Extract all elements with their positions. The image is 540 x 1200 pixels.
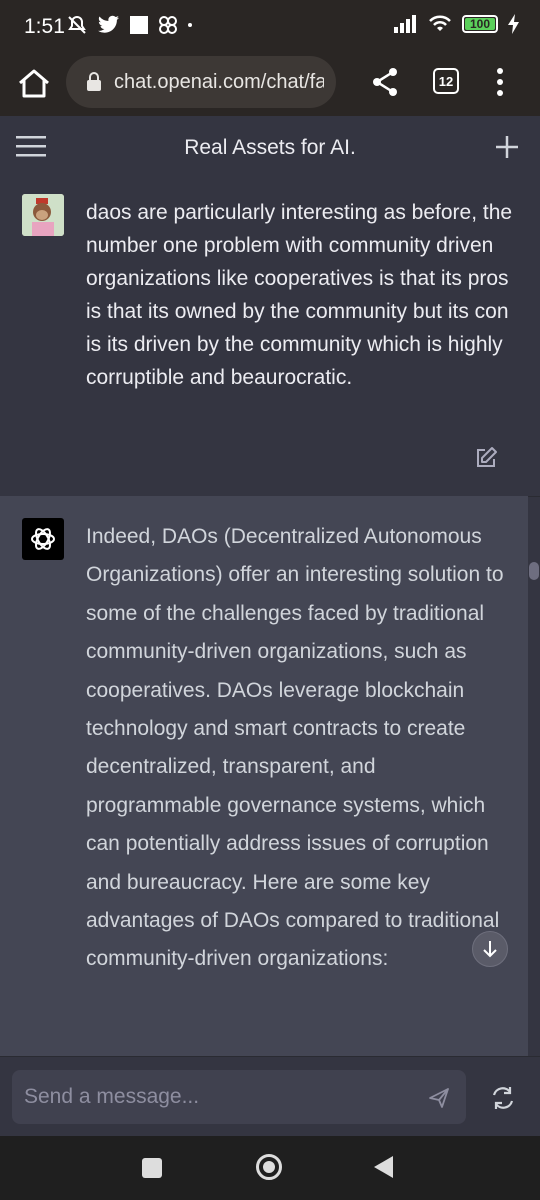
scroll-down-button[interactable]: [472, 931, 508, 967]
status-bar: 1:51 100: [0, 0, 540, 52]
silent-icon: [68, 15, 86, 34]
tab-count-button[interactable]: 12: [433, 68, 459, 94]
dot-icon: [188, 23, 192, 27]
send-icon[interactable]: [428, 1087, 450, 1109]
assistant-avatar: [22, 518, 64, 560]
twitter-icon: [98, 15, 120, 33]
openai-logo-icon: [31, 528, 55, 550]
home-nav-button[interactable]: [256, 1154, 282, 1180]
share-icon[interactable]: [370, 66, 400, 98]
wifi-icon: [429, 15, 451, 31]
browser-toolbar: chat.openai.com/chat/fa 12: [0, 52, 540, 116]
system-icons: 100: [394, 14, 520, 34]
address-bar[interactable]: chat.openai.com/chat/fa: [66, 56, 336, 108]
app-square-icon: [130, 16, 148, 34]
scrollbar-thumb[interactable]: [529, 562, 539, 580]
ape-avatar-icon: [22, 194, 64, 236]
more-vert-icon[interactable]: [490, 66, 510, 98]
arrow-down-icon: [483, 941, 497, 958]
user-message-text: daos are particularly interesting as bef…: [86, 201, 513, 389]
battery-icon: 100: [462, 15, 498, 33]
assistant-message-text: Indeed, DAOs (Decentralized Autonomous O…: [86, 525, 504, 971]
recents-button[interactable]: [142, 1158, 162, 1178]
home-icon[interactable]: [16, 66, 52, 102]
user-avatar: [22, 194, 64, 236]
message-input[interactable]: [12, 1070, 466, 1124]
edit-icon[interactable]: [474, 446, 498, 470]
chat-title: Real Assets for AI.: [184, 136, 356, 159]
charging-icon: [508, 14, 519, 34]
battery-level: 100: [469, 17, 491, 31]
back-button[interactable]: [374, 1156, 393, 1178]
composer: [0, 1056, 540, 1137]
pinwheel-icon: [159, 16, 177, 34]
plus-icon[interactable]: [494, 134, 520, 160]
tab-count: 12: [438, 73, 454, 89]
notification-icons: [66, 14, 192, 36]
assistant-message: Indeed, DAOs (Decentralized Autonomous O…: [0, 496, 528, 1056]
regenerate-icon[interactable]: [490, 1085, 516, 1111]
lock-icon: [87, 72, 101, 91]
chat-header: Real Assets for AI.: [0, 116, 540, 179]
signal-icon: [394, 15, 416, 33]
status-time: 1:51: [24, 15, 65, 38]
system-nav-bar: [0, 1136, 540, 1200]
user-message: daos are particularly interesting as bef…: [0, 178, 540, 497]
url-text[interactable]: chat.openai.com/chat/fa: [114, 71, 324, 94]
